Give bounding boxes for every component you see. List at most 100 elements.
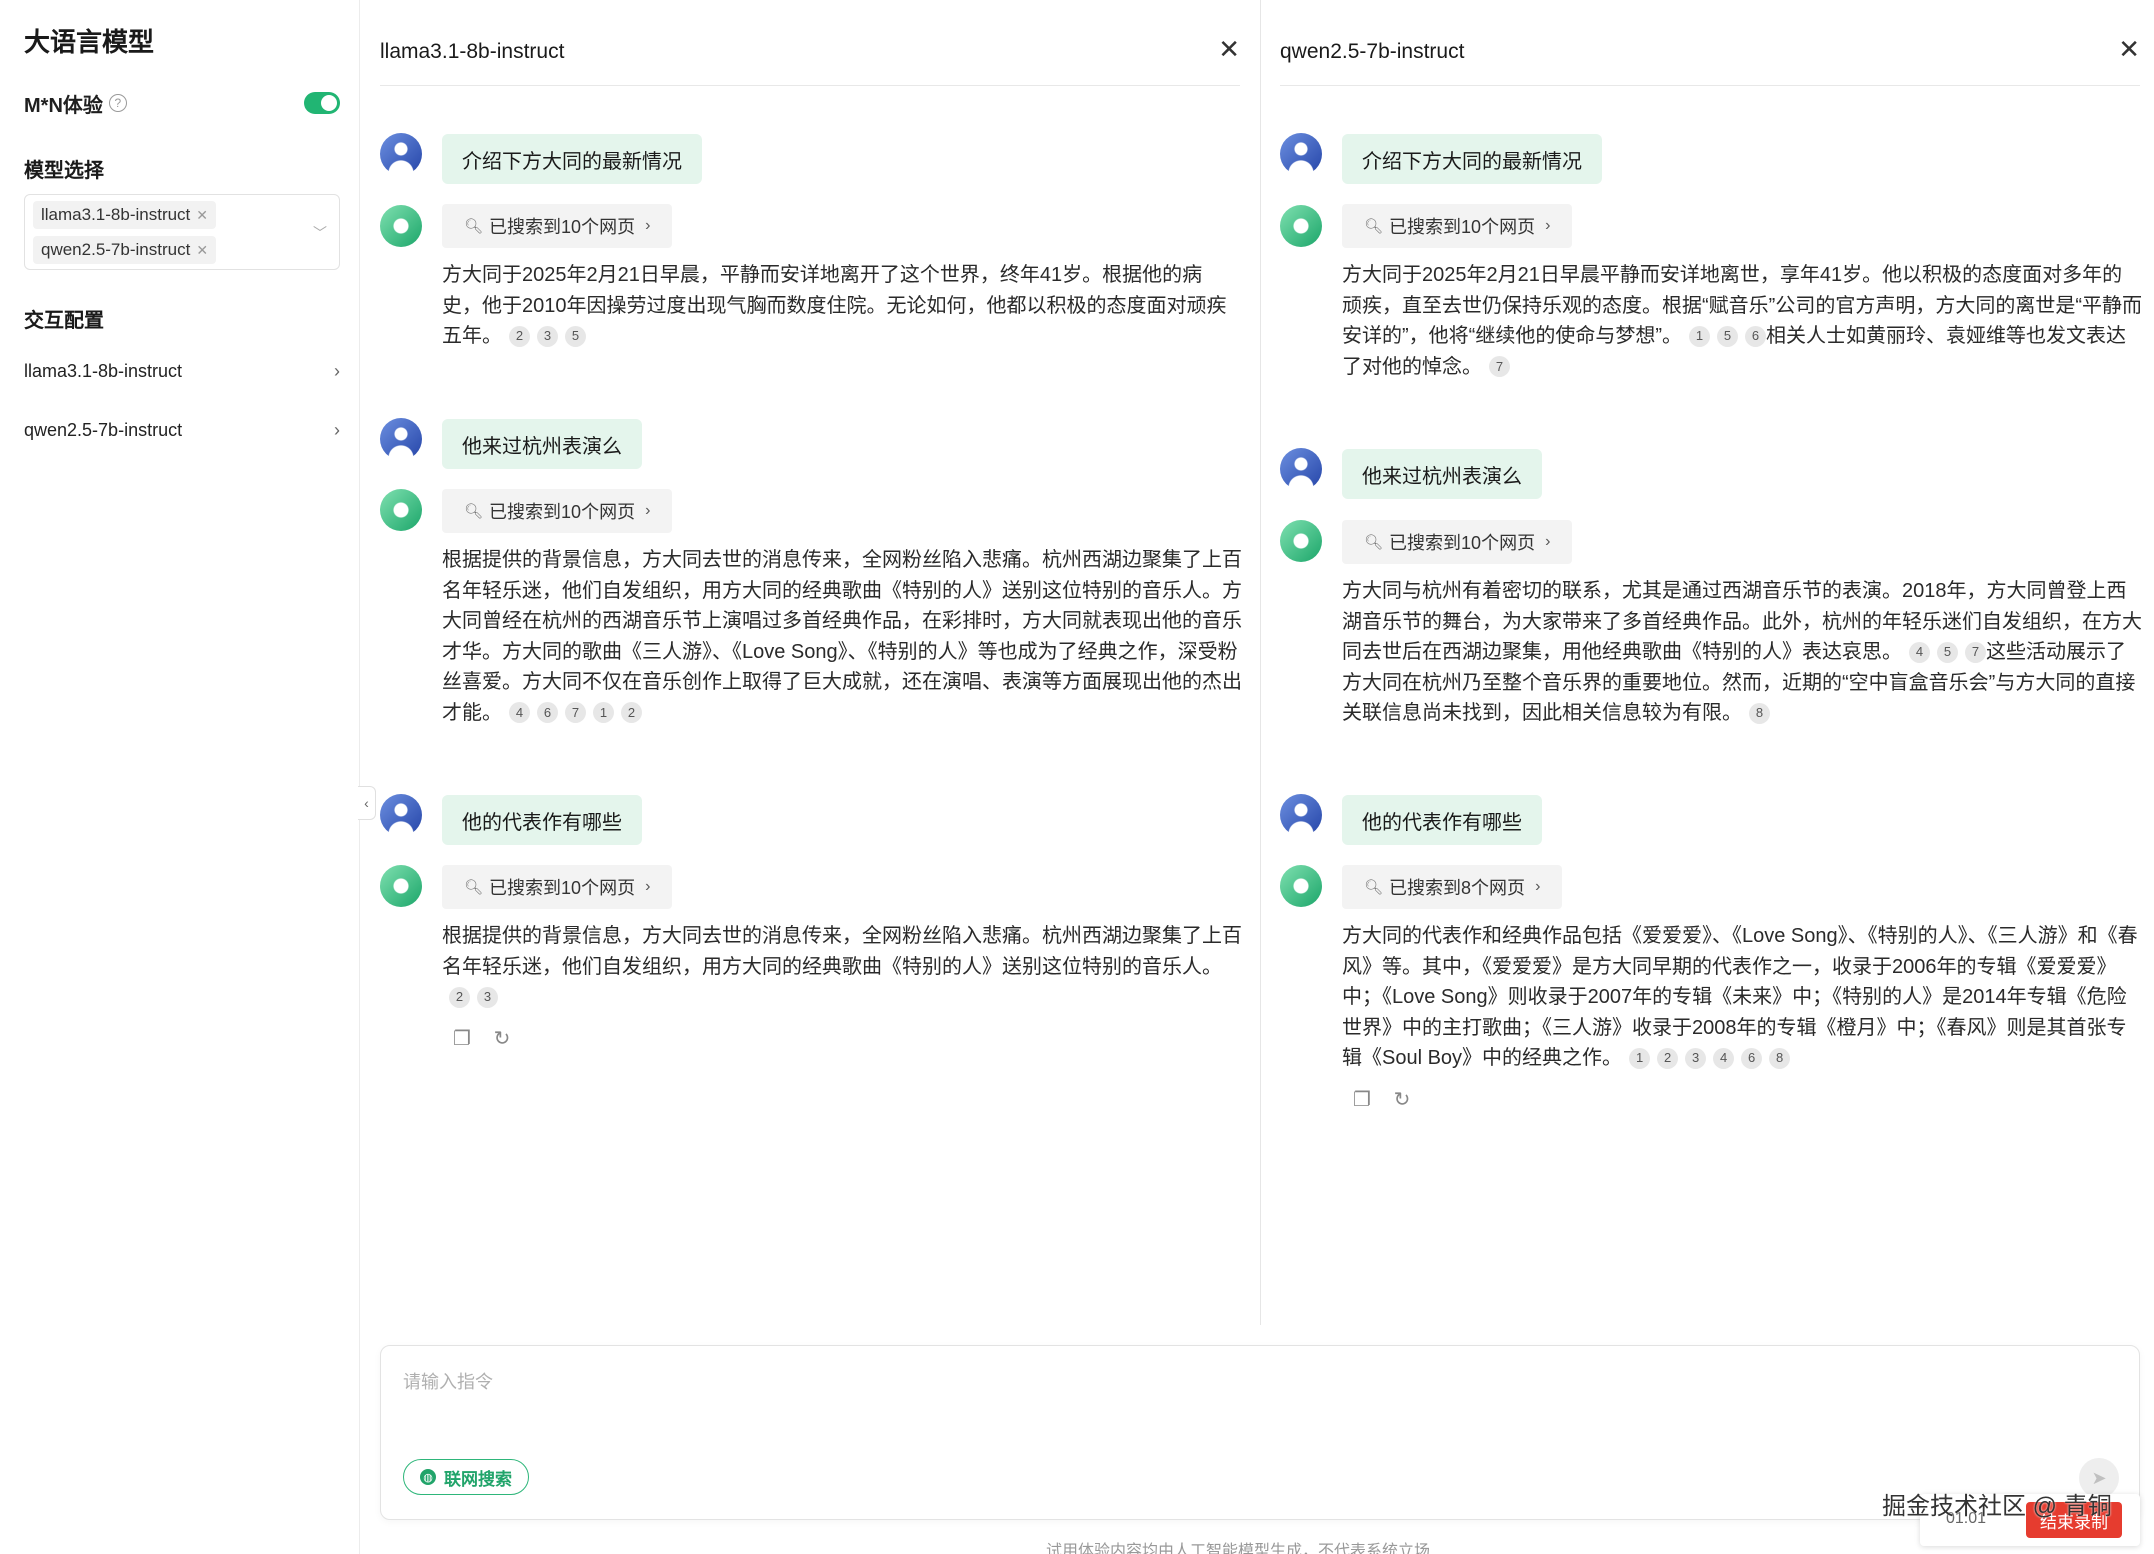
model-tag-label: llama3.1-8b-instruct bbox=[41, 205, 191, 224]
web-search-button[interactable]: ◍ 联网搜索 bbox=[403, 1459, 529, 1495]
mn-toggle[interactable] bbox=[304, 92, 340, 114]
chevron-right-icon: › bbox=[645, 502, 651, 519]
citation-badge[interactable]: 8 bbox=[1749, 702, 1770, 724]
config-item-label: qwen2.5-7b-instruct bbox=[24, 419, 183, 440]
citation-badge[interactable]: 3 bbox=[477, 986, 498, 1008]
bot-avatar bbox=[380, 205, 422, 247]
copy-icon[interactable]: ❐ bbox=[1350, 1087, 1374, 1113]
citation-badge[interactable]: 1 bbox=[593, 702, 614, 724]
user-avatar bbox=[1280, 133, 1322, 175]
search-icon: 🔍︎ bbox=[1364, 534, 1384, 551]
citation-badge[interactable]: 6 bbox=[537, 702, 558, 724]
citation-badge[interactable]: 7 bbox=[1489, 356, 1510, 378]
citation-badge[interactable]: 7 bbox=[1965, 641, 1986, 663]
close-icon[interactable]: ✕ bbox=[2118, 36, 2140, 62]
search-icon: 🔍︎ bbox=[464, 503, 484, 520]
citation-badge[interactable]: 6 bbox=[1744, 325, 1766, 347]
bot-answer: 方大同的代表作和经典作品包括《爱爱爱》、《Love Song》、《特别的人》、《… bbox=[1342, 921, 2142, 1074]
prompt-input-box[interactable]: 请输入指令 ◍ 联网搜索 ➤ bbox=[380, 1345, 2140, 1520]
refresh-icon[interactable]: ↻ bbox=[1390, 1087, 1414, 1113]
answer-actions: ❐ ↻ bbox=[1350, 1087, 1414, 1113]
refresh-icon[interactable]: ↻ bbox=[490, 1026, 514, 1052]
citation-badge[interactable]: 4 bbox=[1909, 641, 1930, 663]
citation-badge[interactable]: 3 bbox=[537, 325, 558, 347]
model-tag: llama3.1-8b-instruct ✕ bbox=[33, 201, 217, 229]
search-icon: 🔍︎ bbox=[1364, 218, 1384, 235]
web-search-label: 联网搜索 bbox=[444, 1469, 512, 1489]
citation-badge[interactable]: 2 bbox=[509, 325, 530, 347]
panel-divider bbox=[1260, 0, 1261, 1325]
config-item-qwen[interactable]: qwen2.5-7b-instruct › bbox=[24, 415, 340, 445]
user-avatar bbox=[380, 133, 422, 175]
chevron-down-icon: ﹀ bbox=[313, 225, 327, 241]
config-item-label: llama3.1-8b-instruct bbox=[24, 360, 183, 381]
search-results-label: 已搜索到10个网页 bbox=[489, 502, 636, 522]
panel-title: llama3.1-8b-instruct bbox=[380, 40, 565, 63]
tag-close-icon[interactable]: ✕ bbox=[196, 242, 208, 259]
panel-header: qwen2.5-7b-instruct ✕ bbox=[1280, 0, 2140, 86]
citation-badge[interactable]: 5 bbox=[1716, 325, 1738, 347]
bot-answer: 方大同于2025年2月21日早晨平静而安详地离世，享年41岁。他以积极的态度面对… bbox=[1342, 260, 2142, 382]
model-tag-label: qwen2.5-7b-instruct bbox=[41, 240, 191, 259]
search-results-chip[interactable]: 🔍︎ 已搜索到10个网页 › bbox=[442, 865, 673, 909]
user-avatar bbox=[1280, 794, 1322, 836]
close-icon[interactable]: ✕ bbox=[1218, 36, 1240, 62]
bot-avatar bbox=[1280, 520, 1322, 562]
answer-text: 根据提供的背景信息，方大同去世的消息传来，全网粉丝陷入悲痛。杭州西湖边聚集了上百… bbox=[442, 925, 1242, 978]
copy-icon[interactable]: ❐ bbox=[450, 1026, 474, 1052]
search-results-chip[interactable]: 🔍︎ 已搜索到10个网页 › bbox=[442, 204, 673, 248]
chevron-right-icon: › bbox=[334, 360, 340, 381]
bot-answer: 方大同与杭州有着密切的联系，尤其是通过西湖音乐节的表演。2018年，方大同曾登上… bbox=[1342, 576, 2142, 729]
search-icon: 🔍︎ bbox=[464, 218, 484, 235]
citation-badge[interactable]: 2 bbox=[621, 702, 642, 724]
answer-text: 根据提供的背景信息，方大同去世的消息传来，全网粉丝陷入悲痛。杭州西湖边聚集了上百… bbox=[442, 549, 1242, 724]
panel-title: qwen2.5-7b-instruct bbox=[1280, 40, 1465, 63]
search-results-chip[interactable]: 🔍︎ 已搜索到8个网页 › bbox=[1342, 865, 1563, 909]
globe-icon: ◍ bbox=[420, 1469, 436, 1485]
app-root: 大语言模型 M*N体验 ? 模型选择 llama3.1-8b-instruct … bbox=[0, 0, 2154, 1554]
citation-badge[interactable]: 5 bbox=[565, 325, 586, 347]
search-results-label: 已搜索到10个网页 bbox=[1389, 533, 1536, 553]
tag-close-icon[interactable]: ✕ bbox=[196, 207, 208, 224]
sidebar-collapse-button[interactable]: ‹ bbox=[358, 786, 376, 820]
model-select-label: 模型选择 bbox=[24, 160, 104, 182]
chat-panel-qwen: qwen2.5-7b-instruct ✕ 介绍下方大同的最新情况 🔍︎ 已搜索… bbox=[1280, 0, 2142, 1325]
model-select[interactable]: llama3.1-8b-instruct ✕ qwen2.5-7b-instru… bbox=[24, 194, 340, 270]
bot-avatar bbox=[380, 865, 422, 907]
user-avatar bbox=[380, 794, 422, 836]
chevron-right-icon: › bbox=[645, 878, 651, 895]
user-question: 他的代表作有哪些 bbox=[442, 795, 642, 845]
citation-badge[interactable]: 4 bbox=[1713, 1047, 1735, 1069]
citation-badge[interactable]: 4 bbox=[509, 702, 530, 724]
disclaimer-text: 试用体验内容均由人工智能模型生成，不代表系统立场 bbox=[1046, 1543, 1431, 1554]
answer-text: 方大同于2025年2月21日早晨，平静而安详地离开了这个世界，终年41岁。根据他… bbox=[442, 264, 1227, 347]
search-results-label: 已搜索到10个网页 bbox=[489, 217, 636, 237]
citation-badge[interactable]: 1 bbox=[1688, 325, 1710, 347]
search-results-label: 已搜索到8个网页 bbox=[1389, 878, 1526, 898]
search-results-label: 已搜索到10个网页 bbox=[489, 878, 636, 898]
citation-badge[interactable]: 6 bbox=[1741, 1047, 1763, 1069]
help-circle-icon[interactable]: ? bbox=[108, 94, 127, 112]
bot-answer: 根据提供的背景信息，方大同去世的消息传来，全网粉丝陷入悲痛。杭州西湖边聚集了上百… bbox=[442, 545, 1242, 728]
chevron-right-icon: › bbox=[645, 217, 651, 234]
answer-actions: ❐ ↻ bbox=[450, 1026, 514, 1052]
bot-answer: 方大同于2025年2月21日早晨，平静而安详地离开了这个世界，终年41岁。根据他… bbox=[442, 260, 1242, 352]
search-results-chip[interactable]: 🔍︎ 已搜索到10个网页 › bbox=[1342, 520, 1573, 564]
search-icon: 🔍︎ bbox=[1364, 879, 1384, 896]
sidebar: 大语言模型 M*N体验 ? 模型选择 llama3.1-8b-instruct … bbox=[0, 0, 360, 1554]
citation-badge[interactable]: 8 bbox=[1769, 1047, 1791, 1069]
citation-badge[interactable]: 1 bbox=[1629, 1047, 1651, 1069]
citation-badge[interactable]: 5 bbox=[1937, 641, 1958, 663]
user-question: 介绍下方大同的最新情况 bbox=[1342, 134, 1602, 184]
prompt-placeholder[interactable]: 请输入指令 bbox=[403, 1368, 493, 1394]
config-item-llama[interactable]: llama3.1-8b-instruct › bbox=[24, 356, 340, 386]
search-results-chip[interactable]: 🔍︎ 已搜索到10个网页 › bbox=[442, 489, 673, 533]
citation-badge[interactable]: 2 bbox=[449, 986, 470, 1008]
chat-panel-llama: llama3.1-8b-instruct ✕ 介绍下方大同的最新情况 🔍︎ 已搜… bbox=[380, 0, 1242, 1325]
search-results-chip[interactable]: 🔍︎ 已搜索到10个网页 › bbox=[1342, 204, 1573, 248]
citation-badge[interactable]: 7 bbox=[565, 702, 586, 724]
citation-badge[interactable]: 3 bbox=[1685, 1047, 1707, 1069]
chevron-left-icon: ‹ bbox=[364, 795, 369, 811]
citation-badge[interactable]: 2 bbox=[1657, 1047, 1679, 1069]
chevron-right-icon: › bbox=[1545, 533, 1551, 550]
